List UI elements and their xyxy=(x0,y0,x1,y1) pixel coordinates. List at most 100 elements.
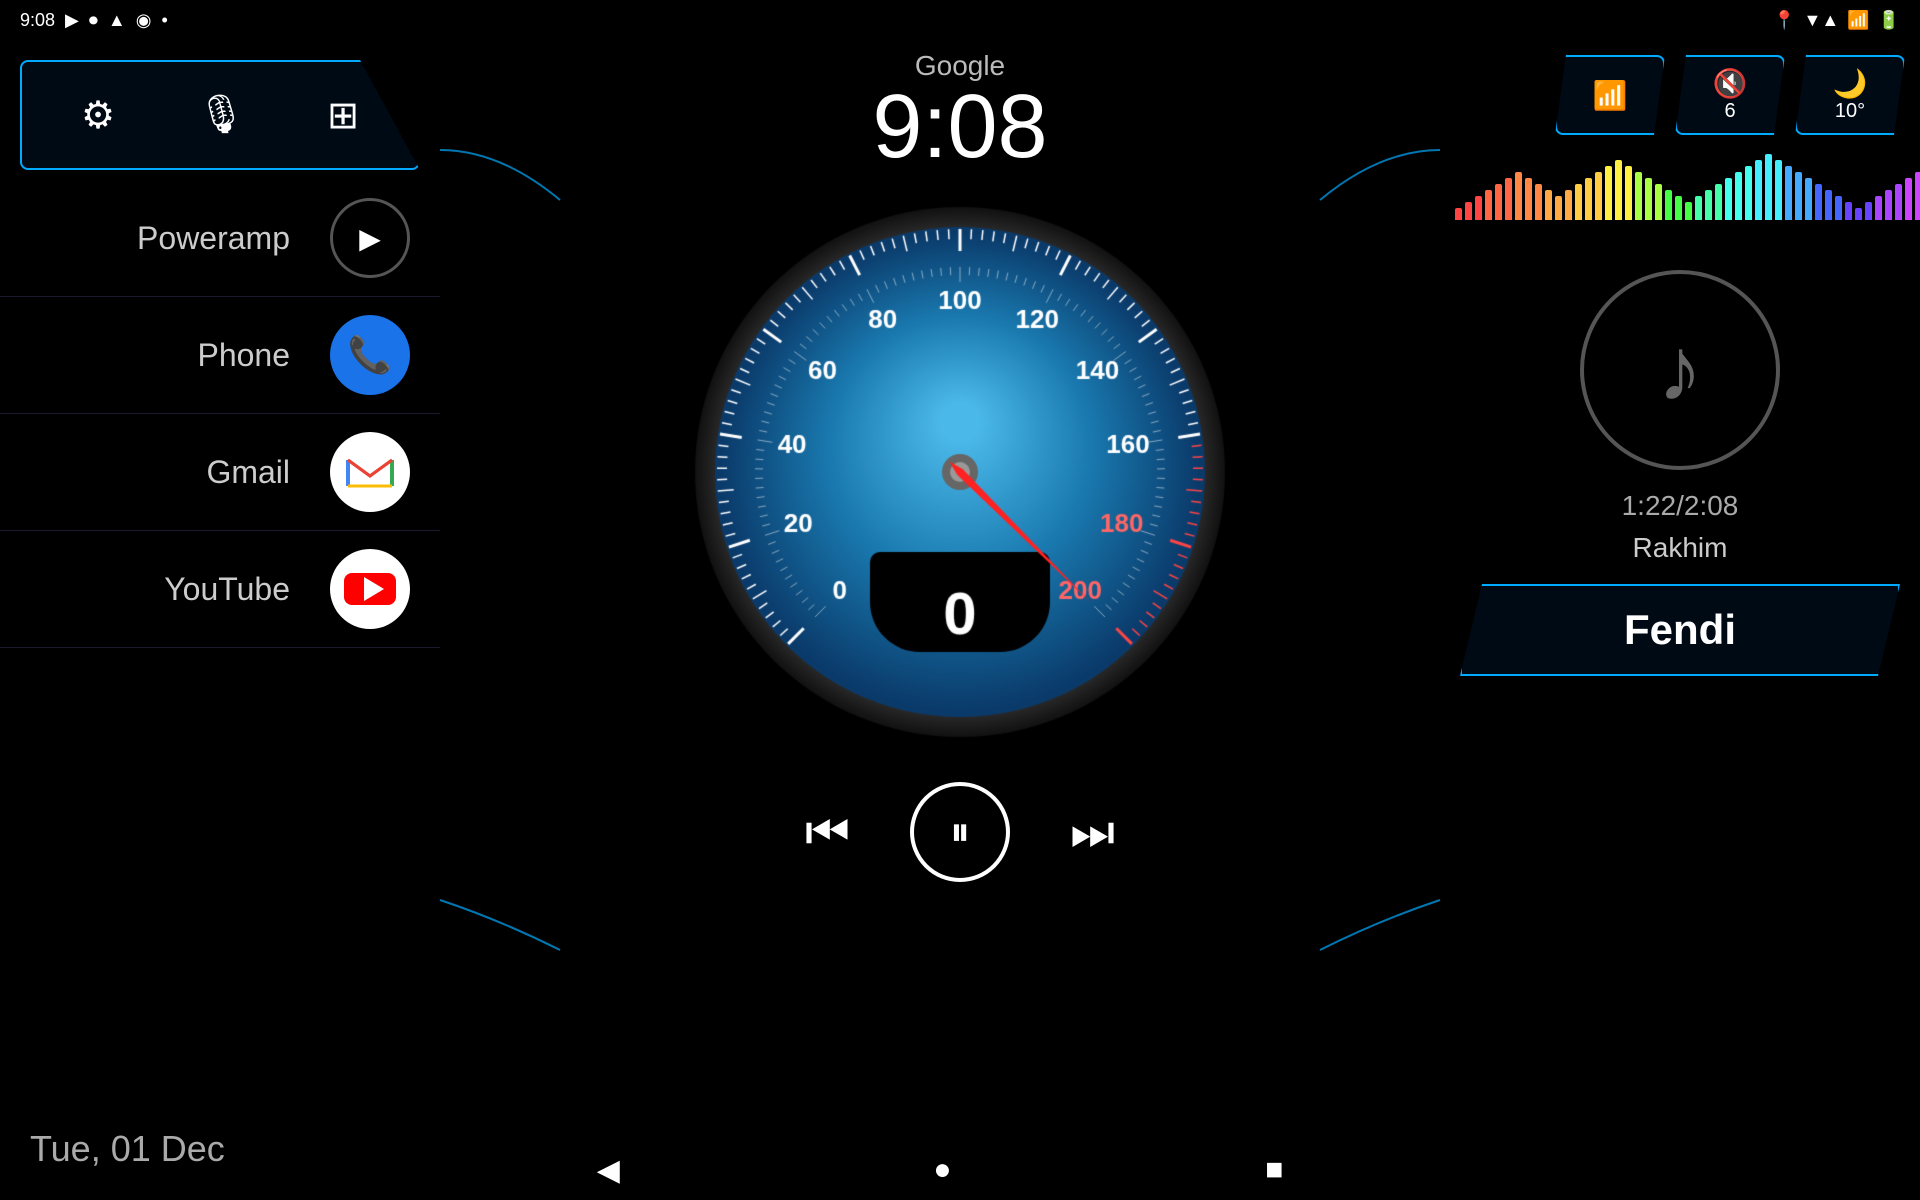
next-button[interactable]: ⏭ xyxy=(1070,803,1115,862)
eq-bar xyxy=(1535,184,1542,220)
gmail-app-item[interactable]: Gmail xyxy=(0,414,440,531)
speedometer-canvas xyxy=(670,182,1250,762)
settings-icon[interactable]: ⚙ xyxy=(81,93,115,138)
eq-bar xyxy=(1895,184,1902,220)
eq-bar xyxy=(1465,202,1472,220)
battery-icon: 🔋 xyxy=(1878,10,1900,31)
eq-bar xyxy=(1755,160,1762,220)
apps-icon[interactable]: ⊞ xyxy=(327,93,359,138)
equalizer xyxy=(1440,150,1920,230)
home-button[interactable]: ● xyxy=(933,1153,951,1187)
clock-section: Google 9:08 xyxy=(872,40,1047,172)
mute-level: 6 xyxy=(1724,100,1735,123)
youtube-label: YouTube xyxy=(20,571,310,608)
eq-bar xyxy=(1805,178,1812,220)
date-display: Tue, 01 Dec xyxy=(0,1098,440,1200)
gmail-label: Gmail xyxy=(20,454,310,491)
eq-bar xyxy=(1705,190,1712,220)
mute-quick-icon: 🔇 xyxy=(1713,67,1748,100)
circle-icon: ⏺ xyxy=(89,10,98,31)
left-panel: ⚙ 🎙 ⊞ Poweramp ▶ Phone 📞 Gmail xyxy=(0,40,440,1200)
eq-bar xyxy=(1685,202,1692,220)
eq-bar xyxy=(1655,184,1662,220)
eq-bar xyxy=(1505,178,1512,220)
wifi-icon: ▼▲ xyxy=(1804,10,1840,31)
phone-icon-circle: 📞 xyxy=(330,315,410,395)
eq-bar xyxy=(1715,184,1722,220)
eq-bar xyxy=(1745,166,1752,220)
back-button[interactable]: ◀ xyxy=(597,1153,620,1188)
eq-bar xyxy=(1915,172,1920,220)
eq-bar xyxy=(1725,178,1732,220)
eq-bar xyxy=(1585,178,1592,220)
moon-quick-icon: 🌙 xyxy=(1833,67,1868,100)
microphone-icon[interactable]: 🎙 xyxy=(197,93,245,137)
eq-bar xyxy=(1885,190,1892,220)
eq-bar xyxy=(1515,172,1522,220)
eq-bar xyxy=(1865,202,1872,220)
status-right-icons: 📍 ▼▲ 📶 🔋 xyxy=(1773,10,1900,31)
eq-bar xyxy=(1455,208,1462,220)
location-icon: 📍 xyxy=(1773,10,1795,31)
gmail-icon-circle xyxy=(330,432,410,512)
center-panel: Google 9:08 ⏮ ⏸ ⏭ xyxy=(440,40,1480,1200)
quick-settings: 📶 🔇 6 🌙 10° xyxy=(1440,40,1920,150)
speedometer xyxy=(670,182,1250,762)
eq-bar xyxy=(1475,196,1482,220)
phone-app-item[interactable]: Phone 📞 xyxy=(0,297,440,414)
eq-bar xyxy=(1565,190,1572,220)
eq-bar xyxy=(1735,172,1742,220)
poweramp-play-button[interactable]: ▶ xyxy=(330,198,410,278)
dot-icon: • xyxy=(161,10,167,31)
eq-bar xyxy=(1775,160,1782,220)
wifi-quick-icon: 📶 xyxy=(1593,79,1628,112)
date-text: Tue, 01 Dec xyxy=(30,1128,225,1169)
poweramp-play-icon: ▶ xyxy=(359,222,381,255)
youtube-app-item[interactable]: YouTube xyxy=(0,531,440,648)
eq-bar xyxy=(1695,196,1702,220)
eq-bar xyxy=(1785,166,1792,220)
music-player: ♪ 1:22/2:08 Rakhim Fendi xyxy=(1440,230,1920,1200)
gmail-icon xyxy=(340,442,400,502)
eq-bar xyxy=(1525,178,1532,220)
phone-label: Phone xyxy=(20,337,310,374)
status-left-icons: 9:08 ▶ ⏺ ▲ ◉ • xyxy=(20,10,168,31)
eq-bar xyxy=(1645,178,1652,220)
eq-bar xyxy=(1855,208,1862,220)
pause-button[interactable]: ⏸ xyxy=(910,782,1010,882)
mute-quick-btn[interactable]: 🔇 6 xyxy=(1675,55,1785,135)
eq-bar xyxy=(1825,190,1832,220)
a-icon: ▲ xyxy=(108,10,126,31)
eq-bar xyxy=(1795,172,1802,220)
youtube-icon xyxy=(340,559,400,619)
weather-quick-btn[interactable]: 🌙 10° xyxy=(1795,55,1905,135)
eq-bar xyxy=(1675,196,1682,220)
eq-bar xyxy=(1765,154,1772,220)
phone-icon: 📞 xyxy=(348,334,393,376)
time-display: 9:08 xyxy=(872,82,1047,172)
signal-icon: 📶 xyxy=(1847,10,1869,31)
poweramp-label: Poweramp xyxy=(20,220,310,257)
prev-button[interactable]: ⏮ xyxy=(805,803,850,862)
play-icon: ▶ xyxy=(65,10,79,31)
eq-bar xyxy=(1595,172,1602,220)
eq-bar xyxy=(1495,184,1502,220)
eq-bar xyxy=(1845,202,1852,220)
track-time: 1:22/2:08 xyxy=(1622,490,1739,522)
time-status: 9:08 xyxy=(20,10,55,31)
eq-bar xyxy=(1485,190,1492,220)
eq-bar xyxy=(1545,190,1552,220)
status-bar: 9:08 ▶ ⏺ ▲ ◉ • 📍 ▼▲ 📶 🔋 xyxy=(0,0,1920,40)
nav-bar: ◀ ● ■ xyxy=(440,1140,1440,1200)
eq-bar xyxy=(1635,172,1642,220)
temperature: 10° xyxy=(1835,100,1865,123)
eq-bar xyxy=(1625,166,1632,220)
recents-button[interactable]: ■ xyxy=(1265,1153,1283,1187)
right-panel: 📶 🔇 6 🌙 10° ♪ 1:22/2:08 Rakhim Fendi xyxy=(1440,40,1920,1200)
poweramp-app-item[interactable]: Poweramp ▶ xyxy=(0,180,440,297)
youtube-icon-circle xyxy=(330,549,410,629)
eq-bar xyxy=(1605,166,1612,220)
pause-icon: ⏸ xyxy=(950,810,970,855)
wifi-quick-btn[interactable]: 📶 xyxy=(1555,55,1665,135)
media-controls: ⏮ ⏸ ⏭ xyxy=(805,782,1115,882)
